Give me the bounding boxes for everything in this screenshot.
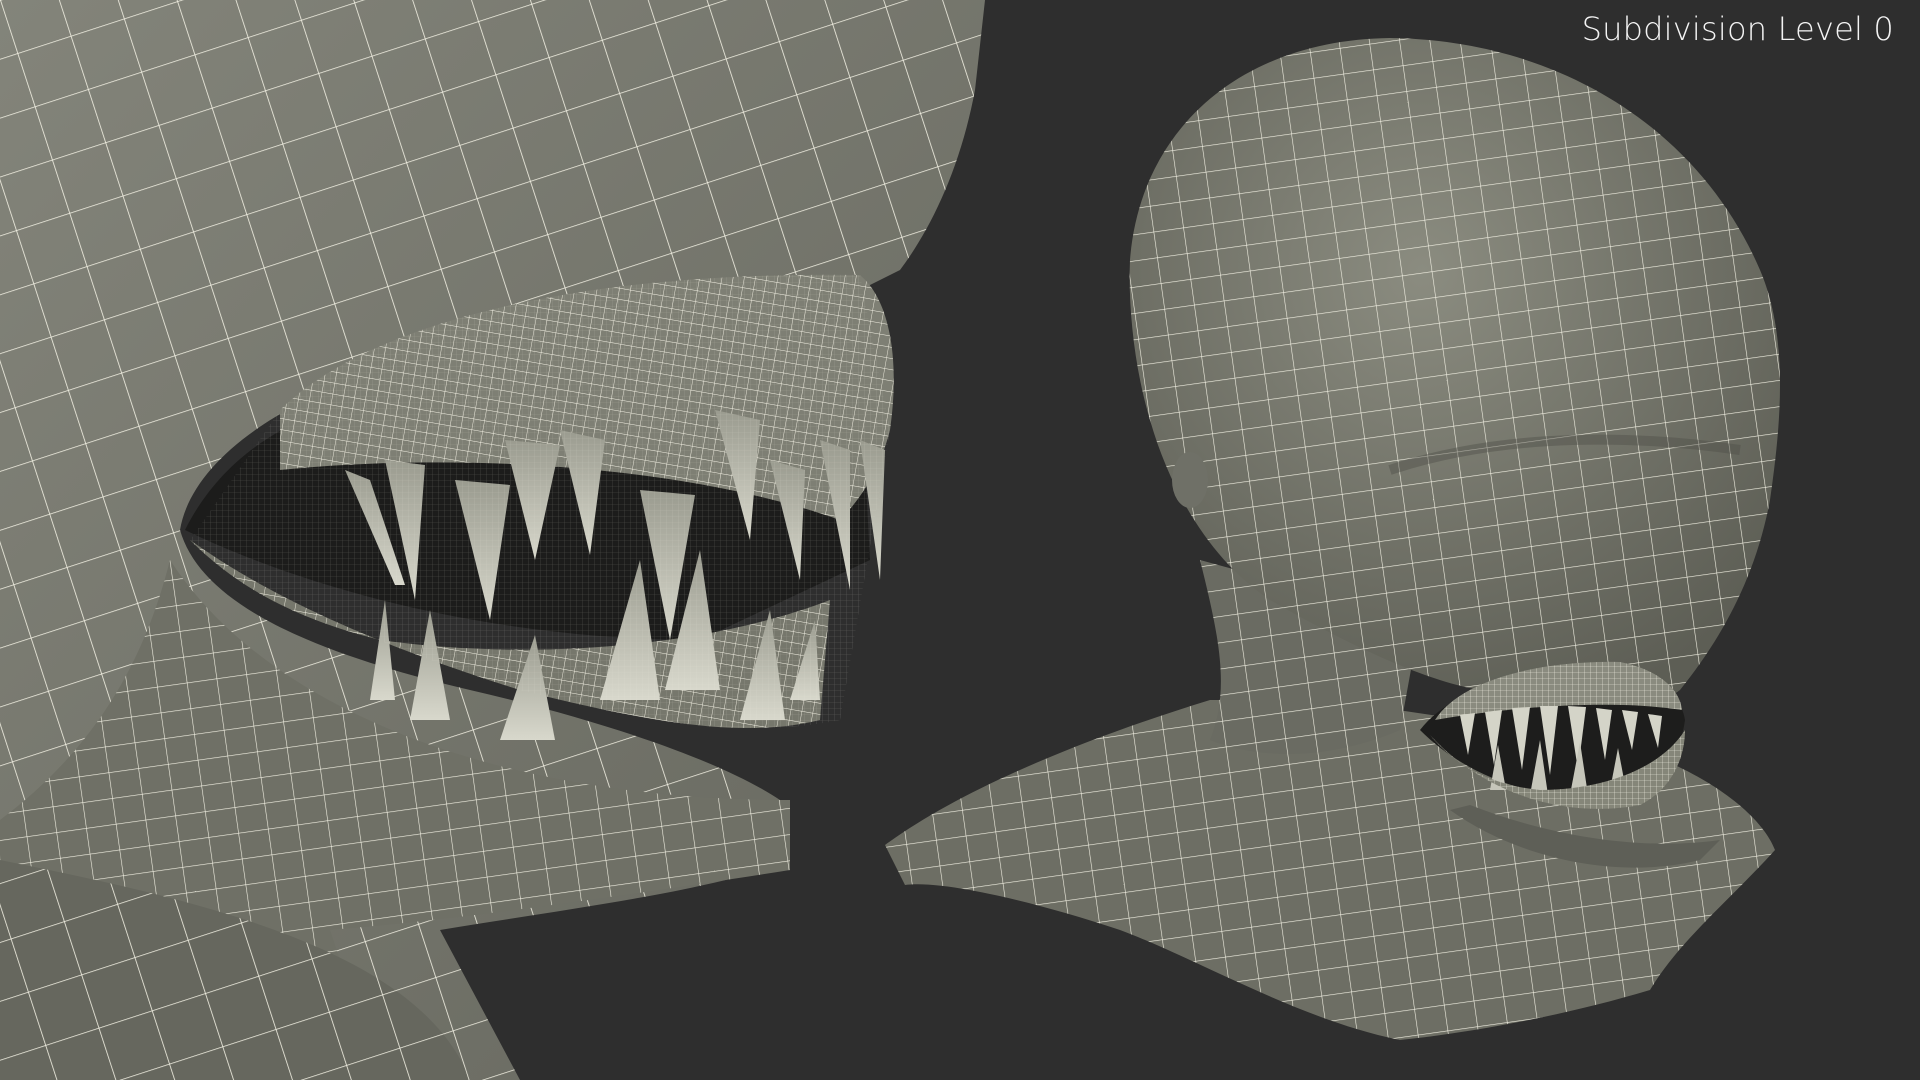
bust-ear — [1172, 452, 1208, 508]
head-bust-view — [885, 38, 1780, 1040]
render-viewport — [0, 0, 1780, 1080]
mouth-closeup-view — [0, 0, 985, 1080]
subdivision-level-caption: Subdivision Level 0 — [1581, 10, 1894, 48]
